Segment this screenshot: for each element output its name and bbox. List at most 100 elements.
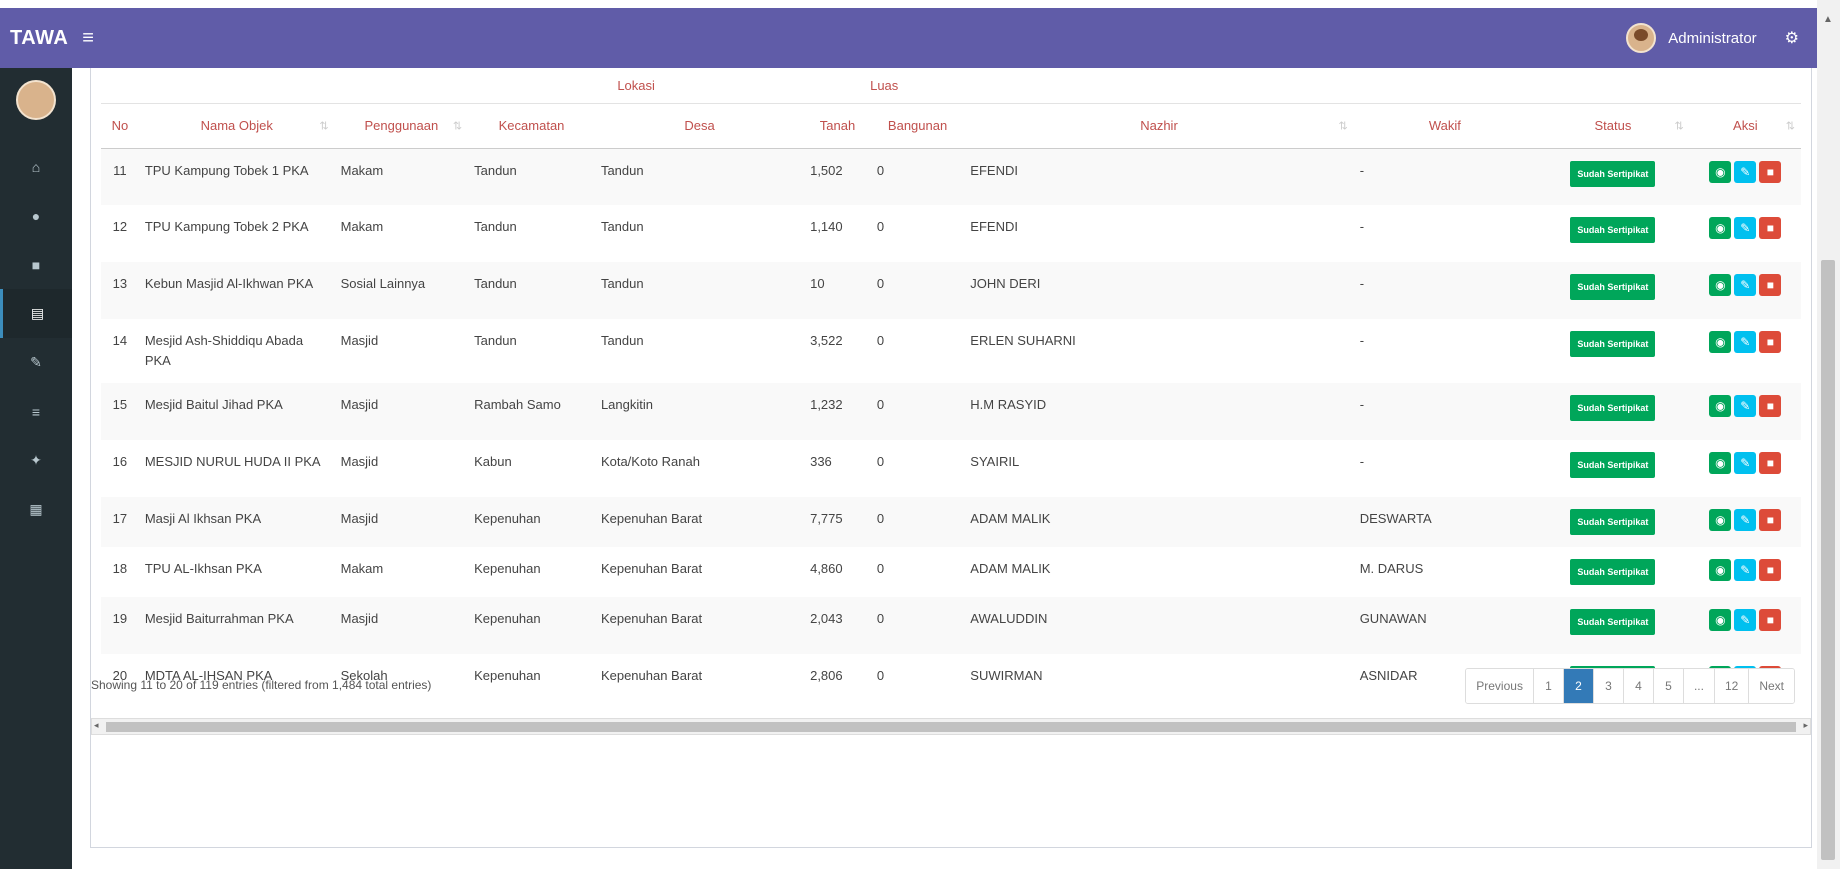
view-button[interactable]: ◉ [1709,559,1732,581]
delete-button[interactable]: ■ [1759,274,1782,296]
vertical-scrollbar-thumb[interactable] [1821,260,1835,860]
cell-no: 15 [112,397,128,412]
entries-info: Showing 11 to 20 of 119 entries (filtere… [91,678,432,692]
gears-icon[interactable]: ⚙ [1785,28,1799,48]
cell-bangunan: 0 [876,454,885,469]
header-nazhir[interactable]: Nazhir ⇅ [964,103,1354,149]
cell-tanah: 336 [810,454,832,469]
header-group-row: Lokasi Luas [101,68,1801,104]
scroll-right-arrow-icon[interactable]: ▸ [1803,720,1808,731]
cell-no: 19 [112,611,128,626]
delete-button[interactable]: ■ [1759,559,1782,581]
cell-desa: Langkitin [600,397,653,412]
horizontal-scrollbar[interactable]: ◂ ▸ [91,718,1811,735]
sidebar-item-1[interactable]: ● [0,191,72,240]
table-row[interactable]: 13 Kebun Masjid Al-Ikhwan PKA Sosial Lainn… [101,262,1801,319]
cell-aksi: ◉ ✎ ■ [1690,597,1801,654]
header-status[interactable]: Status ⇅ [1536,103,1690,149]
table-row[interactable]: 16 MESJID NURUL HUDA II PKA Masjid Kabun Kot… [101,440,1801,497]
cell-no: 18 [112,561,128,576]
header-no[interactable]: No [101,103,139,149]
cell-aksi: ◉ ✎ ■ [1690,262,1801,319]
header-wakif[interactable]: Wakif [1353,103,1537,149]
cell-bangunan: 0 [876,511,885,526]
status-badge: Sudah Sertipikat [1570,452,1656,478]
cell-kecamatan: Tandun [474,333,517,348]
pagination-page[interactable]: 2 [1563,669,1594,703]
delete-button[interactable]: ■ [1759,395,1782,417]
table-row[interactable]: 15 Mesjid Baitul Jihad PKA Masjid Rambah Sa… [101,383,1801,440]
edit-button[interactable]: ✎ [1734,509,1757,531]
table-row[interactable]: 12 TPU Kampung Tobek 2 PKA Makam Tandun Tand… [101,205,1801,262]
view-button[interactable]: ◉ [1709,160,1732,183]
sidebar-item-5[interactable]: ≡ [0,387,72,436]
view-button[interactable]: ◉ [1709,395,1732,417]
view-button[interactable]: ◉ [1709,217,1732,239]
cell-kecamatan: Kabun [474,454,512,469]
table-row[interactable]: 14 Mesjid Ash-Shiddiqu Abada PKA Masjid Tan… [101,319,1801,383]
sidebar-item-2[interactable]: ■ [0,240,72,289]
delete-button[interactable]: ■ [1759,509,1782,531]
header-nama-objek[interactable]: Nama Objek ⇅ [138,103,335,149]
edit-button[interactable]: ✎ [1734,217,1757,239]
delete-button[interactable]: ■ [1759,217,1782,239]
cell-aksi: ◉ ✎ ■ [1690,547,1801,597]
brand-logo[interactable]: TAWA [10,27,68,50]
sidebar-item-3[interactable]: ▤ [0,289,72,338]
view-button[interactable]: ◉ [1709,331,1732,353]
header-aksi[interactable]: Aksi ⇅ [1689,103,1801,149]
pagination-page[interactable]: 12 [1714,669,1750,703]
header-bangunan[interactable]: Bangunan [870,103,965,149]
view-button[interactable]: ◉ [1709,452,1732,474]
user-name[interactable]: Administrator [1668,30,1756,47]
pagination-previous[interactable]: Previous [1466,669,1534,703]
eye-icon: ◉ [1715,278,1726,292]
header-penggunaan[interactable]: Penggunaan ⇅ [334,103,469,149]
delete-button[interactable]: ■ [1759,160,1782,183]
pagination-page[interactable]: 3 [1593,669,1624,703]
edit-button[interactable]: ✎ [1734,395,1757,417]
table-row[interactable]: 17 Masji Al Ikhsan PKA Masjid Kepenuhan Kepe… [101,497,1801,547]
sidebar-item-7[interactable]: ▦ [0,485,72,534]
cell-wakif: - [1359,219,1365,234]
header-kecamatan[interactable]: Kecamatan [468,103,595,149]
sidebar-item-4[interactable]: ✎ [0,338,72,387]
hamburger-icon[interactable]: ≡ [82,27,94,50]
cell-tanah: 1,140 [810,219,843,234]
delete-button[interactable]: ■ [1759,609,1782,631]
view-button[interactable]: ◉ [1709,609,1732,631]
view-button[interactable]: ◉ [1709,509,1732,531]
user-avatar[interactable] [1626,23,1657,53]
cell-nama: TPU Kampung Tobek 2 PKA [144,219,309,234]
sidebar-item-0[interactable]: ⌂ [0,142,72,191]
scroll-left-arrow-icon[interactable]: ◂ [94,720,99,731]
edit-icon: ✎ [1740,335,1751,349]
top-navbar: TAWA ≡ Administrator ⚙ [0,8,1817,68]
delete-button[interactable]: ■ [1759,331,1782,353]
edit-button[interactable]: ✎ [1734,452,1757,474]
cell-desa: Kepenuhan Barat [600,611,703,626]
edit-button[interactable]: ✎ [1734,160,1757,183]
table-row[interactable]: 11 TPU Kampung Tobek 1 PKA Makam Tandun Tand… [101,148,1801,205]
cell-bangunan: 0 [876,611,885,626]
edit-button[interactable]: ✎ [1734,331,1757,353]
pagination-page[interactable]: 5 [1653,669,1684,703]
pagination-page[interactable]: 1 [1533,669,1564,703]
scroll-up-arrow-icon[interactable]: ▲ [1823,14,1833,25]
view-button[interactable]: ◉ [1709,274,1732,296]
vertical-scrollbar[interactable]: ▲ [1817,0,1840,869]
table-row[interactable]: 19 Mesjid Baiturrahman PKA Masjid Kepenuhan… [101,597,1801,654]
header-desa[interactable]: Desa [594,103,805,149]
header-tanah[interactable]: Tanah [804,103,871,149]
cell-bangunan: 0 [876,162,885,178]
sidebar-item-6[interactable]: ✦ [0,436,72,485]
edit-button[interactable]: ✎ [1734,274,1757,296]
horizontal-scrollbar-thumb[interactable] [106,722,1796,732]
eye-icon: ◉ [1715,613,1726,627]
pagination-page[interactable]: 4 [1623,669,1654,703]
edit-button[interactable]: ✎ [1734,609,1757,631]
table-row[interactable]: 18 TPU AL-Ikhsan PKA Makam Kepenuhan Kepenuh… [101,547,1801,597]
edit-button[interactable]: ✎ [1734,559,1757,581]
delete-button[interactable]: ■ [1759,452,1782,474]
pagination-next[interactable]: Next [1749,669,1794,703]
